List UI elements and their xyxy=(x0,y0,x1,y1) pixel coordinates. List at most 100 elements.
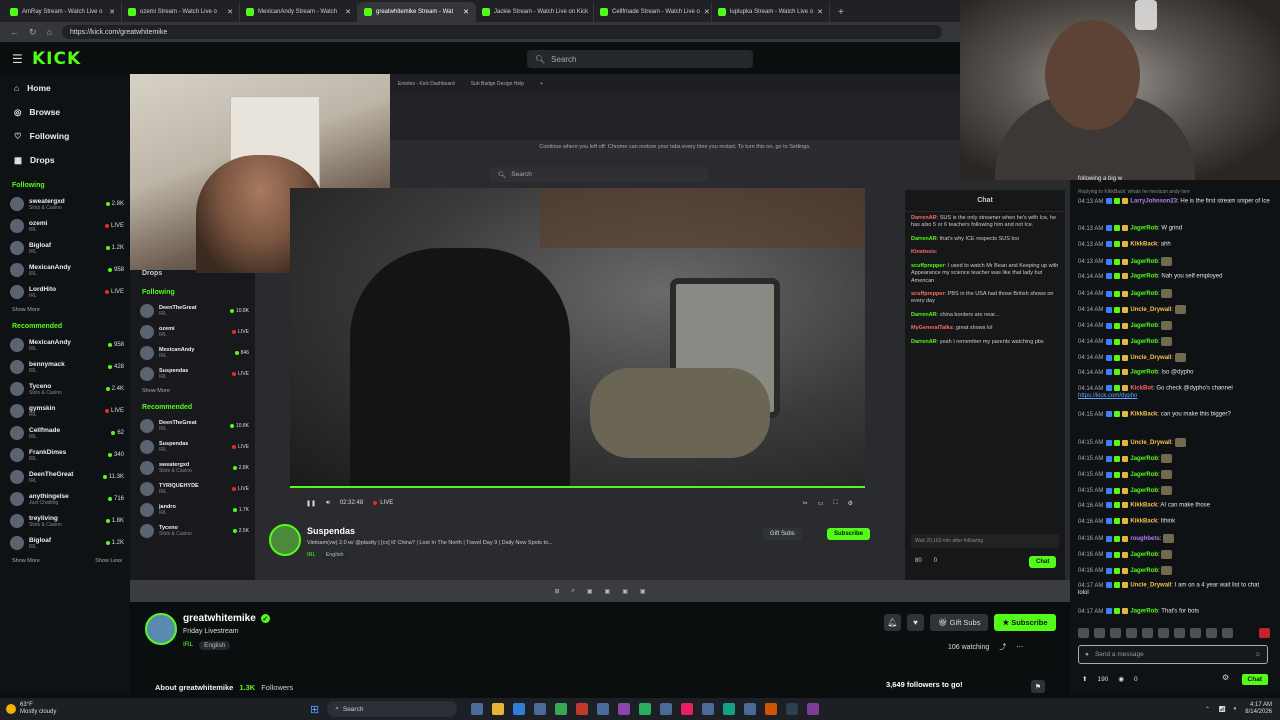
app-icon[interactable] xyxy=(576,703,589,715)
clock[interactable]: 4:17 AM 8/14/2026 xyxy=(1245,702,1272,716)
home-icon[interactable]: ⌂ xyxy=(47,27,52,37)
sidebar-item-browse[interactable]: ◎ Browse xyxy=(0,100,130,124)
chat-username[interactable]: JagerRob xyxy=(1130,291,1158,297)
reload-icon[interactable]: ↻ xyxy=(29,27,37,38)
close-icon[interactable]: ✕ xyxy=(345,8,351,16)
category-link[interactable]: IRL xyxy=(183,641,193,650)
app-icon[interactable] xyxy=(807,703,820,715)
more-icon[interactable]: ⋯ xyxy=(1016,643,1023,651)
sidebar-item-following[interactable]: ♡ Following xyxy=(0,124,130,148)
chat-username[interactable]: JagerRob xyxy=(1130,259,1158,265)
edge-icon[interactable] xyxy=(513,703,526,715)
sidebar-channel-item[interactable]: DeenTheGreat IRL 10.8K xyxy=(130,300,255,321)
chat-message-input[interactable]: ● Send a message ☺ xyxy=(1078,645,1268,664)
browser-tab[interactable]: luplupka Stream - Watch Live o ✕ xyxy=(712,2,830,22)
share-icon[interactable]: ⤴ xyxy=(999,642,1006,652)
chat-send-button[interactable]: Chat xyxy=(1241,673,1268,685)
sidebar-channel-item[interactable]: MexicanAndy IRL 958 xyxy=(0,259,130,281)
close-icon[interactable]: ✕ xyxy=(817,8,823,16)
emote-icon[interactable] xyxy=(1142,628,1153,638)
sidebar-channel-item[interactable]: anythingelse Just Chatting 716 xyxy=(0,488,130,510)
emote-icon[interactable] xyxy=(1259,628,1270,638)
chat-link[interactable]: https://kick.com/dypho xyxy=(1078,393,1137,399)
emote-icon[interactable] xyxy=(1126,628,1137,638)
chat-username[interactable]: KikkBack xyxy=(1130,242,1157,248)
emote-icon[interactable] xyxy=(1174,628,1185,638)
chat-username[interactable]: roughbets xyxy=(1130,536,1159,542)
chat-username[interactable]: KikkBack xyxy=(1130,412,1157,418)
channel-name[interactable]: greatwhitemike xyxy=(183,613,256,624)
settings-icon[interactable]: ⚙ xyxy=(848,500,853,507)
sidebar-channel-item[interactable]: FrankDimes IRL 340 xyxy=(0,444,130,466)
search-input[interactable]: 🔍︎ Search xyxy=(527,50,753,68)
sidebar-item-home[interactable]: ⌂ Home xyxy=(0,76,130,100)
sidebar-channel-item[interactable]: Tyceno Slots & Casino 2.4K xyxy=(0,378,130,400)
chat-settings-icon[interactable]: ⚙ xyxy=(1222,673,1229,682)
emote-icon[interactable] xyxy=(1158,628,1169,638)
url-field[interactable]: https://kick.com/greatwhitemike xyxy=(61,25,942,39)
chat-username[interactable]: JagerRob xyxy=(1130,456,1158,462)
sidebar-channel-item[interactable]: TYRIQUEHYDE IRL LIVE xyxy=(130,478,255,499)
taskview-icon[interactable] xyxy=(471,703,484,715)
chat-username[interactable]: KickBot xyxy=(1130,386,1153,392)
emote-icon[interactable] xyxy=(1094,628,1105,638)
chat-username[interactable]: Uncle_Drywall xyxy=(1130,583,1171,589)
back-icon[interactable]: ← xyxy=(10,27,19,37)
pause-icon[interactable]: ❚❚ xyxy=(306,500,316,507)
browser-tab[interactable]: AmRay Stream - Watch Live o ✕ xyxy=(4,2,122,22)
gift-subs-button[interactable]: 🎁︎ Gift Subs xyxy=(930,614,989,631)
close-icon[interactable]: ✕ xyxy=(109,8,115,16)
chrome-icon[interactable] xyxy=(555,703,568,715)
language-tag[interactable]: English xyxy=(199,641,231,650)
volume-icon[interactable]: 🔊︎ xyxy=(326,500,330,507)
sidebar-channel-item[interactable]: sweatergxd Slots & Casino 2.8K xyxy=(130,457,255,478)
app-icon[interactable] xyxy=(618,703,631,715)
show-less-label[interactable]: Show Less xyxy=(95,558,122,564)
emote-icon[interactable] xyxy=(1190,628,1201,638)
new-tab-button[interactable]: + xyxy=(830,7,852,22)
app-icon[interactable] xyxy=(681,703,694,715)
sidebar-channel-item[interactable]: LordHito IRL LIVE xyxy=(0,281,130,303)
sidebar-channel-item[interactable]: Suspendas IRL LIVE xyxy=(130,363,255,384)
sidebar-channel-item[interactable]: gymskin IRL LIVE xyxy=(0,400,130,422)
app-icon[interactable] xyxy=(702,703,715,715)
file-explorer-icon[interactable] xyxy=(492,703,505,715)
windows-start-icon[interactable]: ⊞ xyxy=(310,703,319,716)
notification-bell-icon[interactable]: 🔔︎ xyxy=(884,614,901,631)
sidebar-channel-item[interactable]: Tyceno Slots & Casino 2.5K xyxy=(130,520,255,541)
chat-username[interactable]: JagerRob xyxy=(1130,274,1158,280)
follow-heart-icon[interactable]: ♥ xyxy=(907,614,924,631)
chat-username[interactable]: JagerRob xyxy=(1130,552,1158,558)
sidebar-channel-item[interactable]: DeenTheGreat IRL 11.3K xyxy=(0,466,130,488)
close-icon[interactable]: ✕ xyxy=(704,8,710,16)
store-icon[interactable] xyxy=(534,703,547,715)
chat-username[interactable]: KikkBack xyxy=(1130,519,1157,525)
sidebar-channel-item[interactable]: ozemi IRL LIVE xyxy=(130,321,255,342)
player-progress-bar[interactable] xyxy=(290,486,865,488)
app-icon[interactable] xyxy=(639,703,652,715)
emote-icon[interactable] xyxy=(1078,628,1089,638)
sidebar-channel-item[interactable]: bennymack IRL 428 xyxy=(0,356,130,378)
close-icon[interactable]: ✕ xyxy=(227,8,233,16)
fullscreen-icon[interactable]: ⛶ xyxy=(833,500,837,507)
sidebar-channel-item[interactable]: DeenTheGreat IRL 10.8K xyxy=(130,415,255,436)
volume-icon[interactable]: 🔈︎ xyxy=(1234,706,1238,713)
sidebar-channel-item[interactable]: MexicanAndy IRL 846 xyxy=(130,342,255,363)
chat-username[interactable]: JagerRob xyxy=(1130,568,1158,574)
hamburger-menu-icon[interactable]: ☰ xyxy=(12,52,23,66)
goal-icon[interactable]: ⚑ xyxy=(1031,680,1045,693)
sidebar-channel-item[interactable]: Bigloaf IRL 1.2K xyxy=(0,532,130,554)
wifi-icon[interactable]: 📶︎ xyxy=(1218,706,1226,713)
browser-tab[interactable]: Cellfmade Stream - Watch Live o ✕ xyxy=(594,2,712,22)
chat-username[interactable]: KikkBack xyxy=(1130,503,1157,509)
app-icon[interactable] xyxy=(723,703,736,715)
sidebar-channel-item[interactable]: Cellfmade IRL 62 xyxy=(0,422,130,444)
chat-username[interactable]: JagerRob xyxy=(1130,226,1158,232)
points-icon[interactable]: ⬆ xyxy=(1082,675,1087,683)
theater-icon[interactable]: ▭ xyxy=(818,500,824,507)
chat-username[interactable]: JagerRob xyxy=(1130,472,1158,478)
chat-username[interactable]: JagerRob xyxy=(1130,488,1158,494)
sidebar-channel-item[interactable]: Bigloaf IRL 1.2K xyxy=(0,237,130,259)
app-icon[interactable] xyxy=(597,703,610,715)
emote-icon[interactable] xyxy=(1222,628,1233,638)
